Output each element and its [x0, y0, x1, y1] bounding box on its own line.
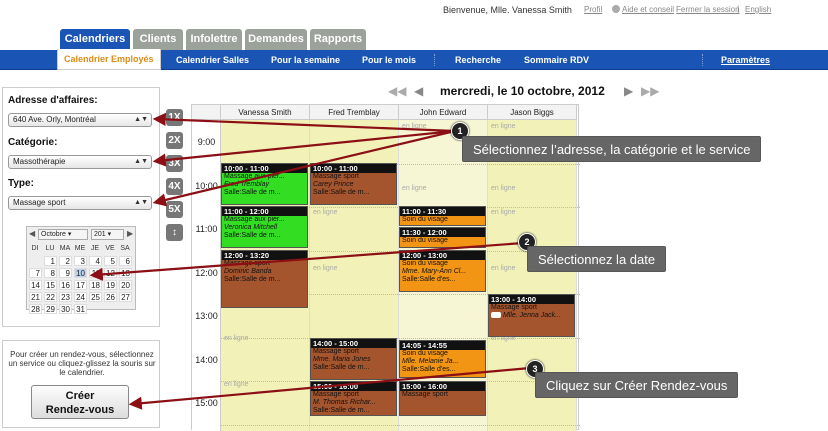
arrow-to-address [152, 112, 456, 133]
callout-step-2: Sélectionnez la date [527, 246, 667, 272]
arrow-to-type [152, 129, 456, 207]
callout-step-1: Sélectionnez l’adresse, la catégorie et … [462, 136, 762, 162]
callout-step-3: Cliquez sur Créer Rendez-vous [535, 372, 739, 398]
arrow-to-date [89, 241, 524, 281]
arrow-to-category [152, 129, 456, 167]
arrow-to-create [128, 366, 531, 410]
annotation-arrows [89, 112, 531, 410]
